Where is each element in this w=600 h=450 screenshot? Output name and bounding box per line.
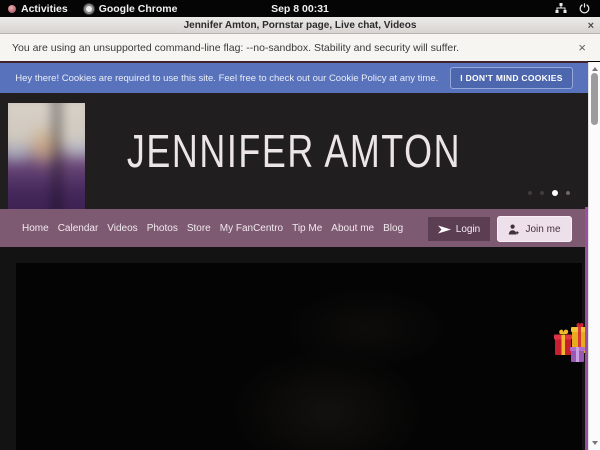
window-close-icon[interactable]: ×: [588, 17, 594, 34]
site-header: JENNIFER AMTON: [0, 93, 588, 209]
nav-item-blog[interactable]: Blog: [383, 223, 403, 234]
join-button[interactable]: Join me: [497, 216, 572, 242]
login-button[interactable]: Login: [428, 217, 490, 241]
infobar-message: You are using an unsupported command-lin…: [12, 42, 459, 54]
nav-item-photos[interactable]: Photos: [147, 223, 178, 234]
nav-item-fancentro[interactable]: My FanCentro: [220, 223, 283, 234]
activities-button[interactable]: Activities: [0, 0, 76, 17]
nav-item-calendar[interactable]: Calendar: [58, 223, 99, 234]
nav-item-aboutme[interactable]: About me: [331, 223, 374, 234]
scrollbar-thumb[interactable]: [591, 73, 598, 125]
power-icon[interactable]: [579, 3, 590, 14]
scrollbar-track[interactable]: [588, 62, 600, 450]
activities-indicator-icon: [8, 5, 16, 13]
scrollbar-down-icon[interactable]: [592, 441, 598, 445]
site-title: JENNIFER AMTON: [65, 129, 524, 173]
window-titlebar: Jennifer Amton, Pornstar page, Live chat…: [0, 17, 600, 34]
network-icon[interactable]: [555, 3, 567, 14]
join-label: Join me: [525, 224, 560, 235]
cookie-message: Hey there! Cookies are required to use t…: [15, 73, 438, 84]
player-section: [0, 247, 588, 450]
infobar-close-icon[interactable]: ×: [578, 40, 588, 55]
cookie-accept-button[interactable]: I DON'T MIND COOKIES: [450, 67, 572, 89]
system-tray: [555, 3, 600, 14]
app-menu-label: Google Chrome: [99, 3, 178, 15]
gift-boxes-icon[interactable]: [552, 321, 588, 367]
carousel-dot[interactable]: [540, 191, 544, 195]
nav-item-tipme[interactable]: Tip Me: [292, 223, 322, 234]
web-page: Hey there! Cookies are required to use t…: [0, 63, 588, 450]
activities-label: Activities: [21, 3, 68, 15]
carousel-dot-active[interactable]: [552, 190, 558, 196]
chrome-icon: [84, 4, 94, 14]
carousel-dots: [528, 190, 570, 196]
nav-item-store[interactable]: Store: [187, 223, 211, 234]
join-person-icon: [508, 224, 520, 235]
flag-infobar: You are using an unsupported command-lin…: [0, 34, 600, 61]
desktop: Activities Google Chrome Sep 8 00:31: [0, 0, 600, 450]
carousel-dot[interactable]: [528, 191, 532, 195]
scrollbar-up-icon[interactable]: [592, 67, 598, 71]
nav-item-videos[interactable]: Videos: [107, 223, 137, 234]
nav-item-home[interactable]: Home: [22, 223, 49, 234]
main-nav: Home Calendar Videos Photos Store My Fan…: [0, 209, 588, 247]
login-label: Login: [456, 224, 480, 235]
carousel-dot[interactable]: [566, 191, 570, 195]
window-title: Jennifer Amton, Pornstar page, Live chat…: [184, 20, 417, 31]
login-arrow-icon: [438, 225, 451, 234]
cookie-banner: Hey there! Cookies are required to use t…: [0, 63, 588, 93]
gnome-top-bar: Activities Google Chrome Sep 8 00:31: [0, 0, 600, 17]
video-player[interactable]: [16, 263, 582, 450]
app-menu-button[interactable]: Google Chrome: [76, 0, 186, 17]
